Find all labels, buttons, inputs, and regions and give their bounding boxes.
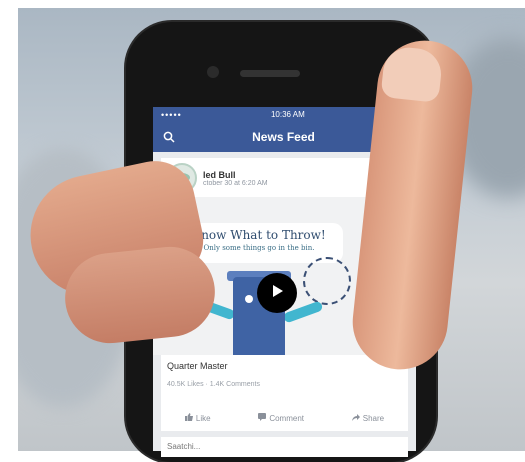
next-post-author: Saatchi... <box>167 442 201 451</box>
search-icon[interactable] <box>163 131 175 143</box>
post-timestamp: ctober 30 at 6:20 AM <box>203 179 268 187</box>
signal-indicator: ••••• <box>161 109 182 120</box>
post-footer: Quarter Master 40.5K Likes · 1.4K Commen… <box>161 355 408 431</box>
like-button[interactable]: Like <box>184 413 211 423</box>
comment-icon <box>258 413 267 423</box>
bin-eye-left <box>245 295 253 303</box>
phone-camera <box>207 66 219 78</box>
comment-label: Comment <box>269 413 304 423</box>
post-actions: Like Comment Share <box>161 413 408 423</box>
page-title: News Feed <box>252 130 315 144</box>
share-label: Share <box>362 413 385 423</box>
dashed-circle <box>303 257 351 305</box>
like-label: Like <box>195 413 211 423</box>
play-button[interactable] <box>257 273 297 313</box>
phone-speaker <box>240 70 300 77</box>
next-post-preview[interactable]: Saatchi... <box>161 437 408 457</box>
thumbs-up-icon <box>184 413 193 423</box>
play-icon <box>269 283 285 304</box>
share-button[interactable]: Share <box>351 413 385 423</box>
comment-button[interactable]: Comment <box>258 413 304 423</box>
status-time: 10:36 AM <box>270 110 305 119</box>
post-author[interactable]: led Bull <box>203 170 268 180</box>
post-stats[interactable]: 40.5K Likes · 1.4K Comments <box>161 371 408 388</box>
share-arrow-icon <box>351 413 360 423</box>
